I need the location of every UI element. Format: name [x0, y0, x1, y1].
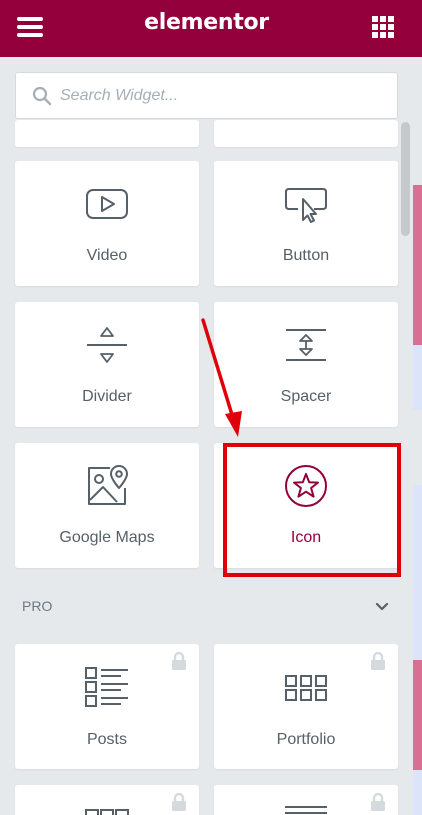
widget-button[interactable]: Button: [214, 161, 398, 286]
widget-label: Video: [86, 247, 128, 264]
scrollbar-thumb[interactable]: [401, 122, 410, 236]
widget-partial-icon: [85, 809, 129, 815]
canvas-edge: [413, 485, 422, 660]
lock-icon: [371, 652, 385, 670]
video-play-icon: [86, 189, 128, 219]
widget-portfolio[interactable]: Portfolio: [214, 644, 398, 769]
widget-divider[interactable]: Divider: [15, 302, 199, 427]
widget-label: Posts: [86, 731, 127, 748]
search-input[interactable]: [60, 73, 380, 118]
elementor-logo: elementor: [144, 10, 269, 35]
widgets-grid-icon[interactable]: [372, 16, 394, 38]
widget-tile-partial[interactable]: [214, 785, 398, 815]
widget-google-maps[interactable]: Google Maps: [15, 443, 199, 568]
posts-list-icon: [85, 667, 128, 707]
button-cursor-icon: [285, 188, 327, 223]
search-icon: [32, 86, 52, 106]
top-bar: elementor: [0, 0, 413, 57]
widget-label: Google Maps: [59, 529, 155, 546]
widget-label: Portfolio: [276, 731, 336, 748]
canvas-edge: [413, 57, 422, 185]
annotation-arrow-icon: [201, 318, 242, 437]
map-pin-icon: [88, 465, 128, 505]
canvas-edge: [413, 345, 422, 410]
widget-tile-partial[interactable]: [214, 120, 398, 147]
canvas-edge: [413, 410, 422, 485]
spacer-icon: [286, 329, 326, 361]
canvas-edge: [413, 770, 422, 815]
search-widget-box[interactable]: [15, 72, 398, 119]
chevron-down-icon[interactable]: [373, 598, 391, 616]
widget-label: Button: [282, 247, 330, 264]
portfolio-grid-icon: [285, 675, 327, 701]
lock-icon: [172, 793, 186, 811]
widget-tile-partial[interactable]: [15, 785, 199, 815]
widget-label: Divider: [82, 388, 132, 405]
canvas-edge: [413, 185, 422, 345]
section-title-pro: PRO: [22, 598, 53, 614]
canvas-edge: [413, 660, 422, 770]
widget-video[interactable]: Video: [15, 161, 199, 286]
widget-posts[interactable]: Posts: [15, 644, 199, 769]
lock-icon: [371, 793, 385, 811]
widget-tile-partial[interactable]: [15, 120, 199, 147]
divider-icon: [87, 327, 127, 363]
widget-partial-icon: [285, 806, 327, 814]
highlight-box: [223, 443, 401, 577]
canvas-edge: [413, 0, 422, 57]
